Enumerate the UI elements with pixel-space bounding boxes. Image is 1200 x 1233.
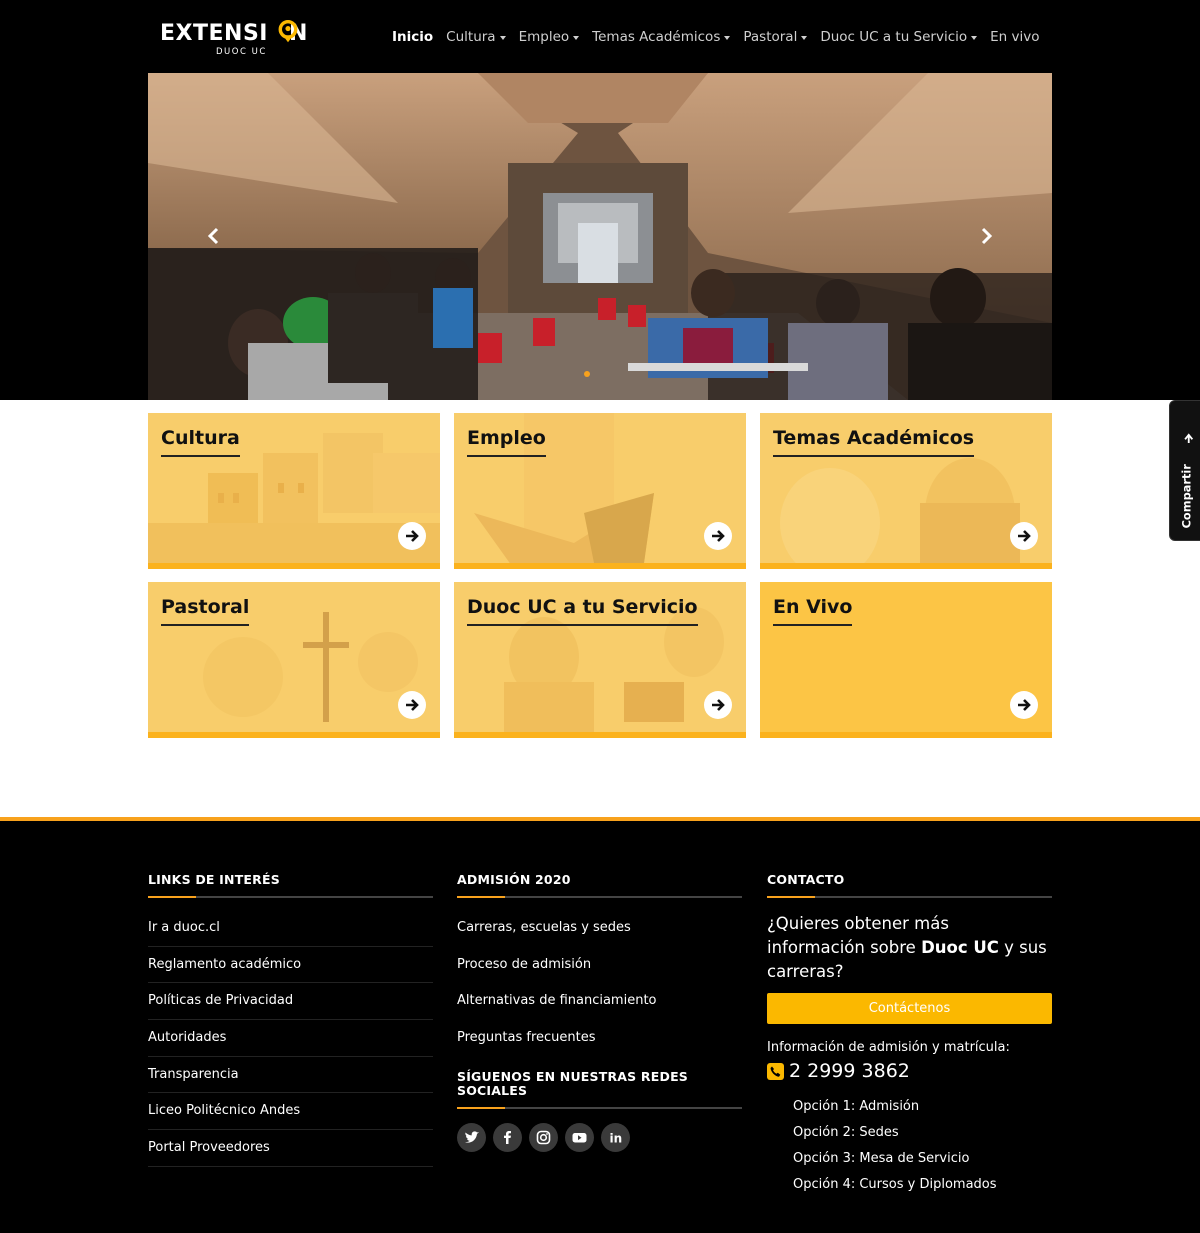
social-heading: SÍGUENOS EN NUESTRAS REDES SOCIALES: [457, 1069, 742, 1109]
footer-link[interactable]: Alternativas de financiamiento: [457, 983, 742, 1020]
arrow-right-icon[interactable]: [704, 522, 732, 550]
extension-logo[interactable]: EXTENSI N DUOC UC: [160, 20, 320, 60]
phone-option: Opción 2: Sedes: [793, 1125, 899, 1140]
location-pin-icon: [278, 20, 298, 43]
card-en-vivo[interactable]: En Vivo: [760, 582, 1052, 738]
linkedin-icon[interactable]: in: [601, 1122, 630, 1152]
card-duoc-servicio[interactable]: Duoc UC a tu Servicio: [454, 582, 746, 738]
card-title: Temas Académicos: [773, 426, 975, 457]
links-heading: LINKS DE INTERÉS: [148, 873, 433, 898]
nav-item-pastoral[interactable]: Pastoral: [743, 28, 808, 46]
footer-links-column: LINKS DE INTERÉS Ir a duoc.cl Reglamento…: [148, 873, 433, 1167]
site-footer: LINKS DE INTERÉS Ir a duoc.cl Reglamento…: [0, 821, 1200, 1233]
brand-name: Duoc UC: [921, 938, 999, 957]
twitter-icon[interactable]: [457, 1122, 486, 1152]
footer-contact-column: CONTACTO ¿Quieres obtener más informació…: [767, 873, 1052, 1198]
contact-question: ¿Quieres obtener más información sobre D…: [767, 914, 1047, 981]
phone-icon: [767, 1062, 784, 1080]
footer-link[interactable]: Proceso de admisión: [457, 947, 742, 984]
nav-item-empleo[interactable]: Empleo: [519, 28, 580, 46]
instagram-icon[interactable]: [529, 1122, 558, 1152]
arrow-right-icon[interactable]: [1010, 691, 1038, 719]
card-title: En Vivo: [773, 595, 853, 626]
phone-option: Opción 3: Mesa de Servicio: [793, 1151, 970, 1166]
category-grid: Cultura Empleo Temas Académicos Pastoral…: [148, 413, 1052, 738]
footer-link[interactable]: Carreras, escuelas y sedes: [457, 910, 742, 947]
phone-option: Opción 4: Cursos y Diplomados: [793, 1177, 997, 1192]
hero-carousel: [148, 73, 1052, 400]
logo-subtitle: DUOC UC: [216, 47, 267, 57]
footer-link[interactable]: Autoridades: [148, 1020, 433, 1057]
site-header: EXTENSI N DUOC UC Inicio Cultura Empleo T…: [0, 0, 1200, 73]
nav-item-temas-academicos[interactable]: Temas Académicos: [592, 28, 731, 46]
youtube-icon[interactable]: [565, 1122, 594, 1152]
phone-options: Opción 1: Admisión Opción 2: Sedes Opció…: [793, 1094, 1052, 1198]
card-title: Duoc UC a tu Servicio: [467, 595, 698, 626]
arrow-right-icon[interactable]: [398, 691, 426, 719]
nav-item-cultura[interactable]: Cultura: [446, 28, 506, 46]
card-empleo[interactable]: Empleo: [454, 413, 746, 569]
chevron-right-icon[interactable]: [975, 225, 997, 247]
card-temas-academicos[interactable]: Temas Académicos: [760, 413, 1052, 569]
footer-link[interactable]: Políticas de Privacidad: [148, 983, 433, 1021]
card-title: Empleo: [467, 426, 546, 457]
main-nav: Inicio Cultura Empleo Temas Académicos P…: [392, 28, 1053, 46]
caret-down-icon: [573, 35, 580, 40]
caret-down-icon: [801, 35, 808, 40]
footer-link[interactable]: Ir a duoc.cl: [148, 910, 433, 947]
share-label: Compartir: [1180, 433, 1194, 529]
card-cultura[interactable]: Cultura: [148, 413, 440, 569]
hero-image: [148, 73, 1052, 400]
footer-link[interactable]: Transparencia: [148, 1057, 433, 1094]
share-label-text: Compartir: [1180, 464, 1194, 529]
contact-button[interactable]: Contáctenos: [767, 993, 1052, 1024]
caret-down-icon: [499, 35, 506, 40]
links-list: Ir a duoc.cl Reglamento académico Políti…: [148, 910, 433, 1167]
nav-item-duoc-servicio[interactable]: Duoc UC a tu Servicio: [820, 28, 978, 46]
phone-option: Opción 1: Admisión: [793, 1099, 920, 1114]
admission-info-label: Información de admisión y matrícula:: [767, 1040, 1010, 1055]
footer-link[interactable]: Reglamento académico: [148, 947, 433, 984]
card-title: Pastoral: [161, 595, 250, 626]
nav-item-en-vivo[interactable]: En vivo: [990, 28, 1039, 46]
footer-link[interactable]: Portal Proveedores: [148, 1130, 433, 1167]
footer-link[interactable]: Preguntas frecuentes: [457, 1020, 742, 1057]
nav-item-inicio[interactable]: Inicio: [392, 28, 433, 46]
phone-number[interactable]: 2 2999 3862: [767, 1060, 1052, 1082]
svg-text:in: in: [610, 1131, 623, 1145]
arrow-right-icon[interactable]: [704, 691, 732, 719]
caret-down-icon: [724, 35, 731, 40]
caret-down-icon: [971, 35, 978, 40]
arrow-right-icon[interactable]: [1010, 522, 1038, 550]
contact-heading: CONTACTO: [767, 873, 1052, 898]
chevron-left-icon[interactable]: [203, 225, 225, 247]
card-pastoral[interactable]: Pastoral: [148, 582, 440, 738]
footer-link[interactable]: Liceo Politécnico Andes: [148, 1093, 433, 1131]
card-title: Cultura: [161, 426, 240, 457]
arrow-right-icon[interactable]: [398, 522, 426, 550]
admision-heading: ADMISIÓN 2020: [457, 873, 742, 898]
carousel-indicator[interactable]: [583, 370, 591, 378]
footer-admision-column: ADMISIÓN 2020 Carreras, escuelas y sedes…: [457, 873, 742, 1152]
social-icons: in: [457, 1122, 742, 1152]
share-tab[interactable]: Compartir: [1169, 400, 1200, 541]
facebook-icon[interactable]: [493, 1122, 522, 1152]
admision-list: Carreras, escuelas y sedes Proceso de ad…: [457, 910, 742, 1057]
